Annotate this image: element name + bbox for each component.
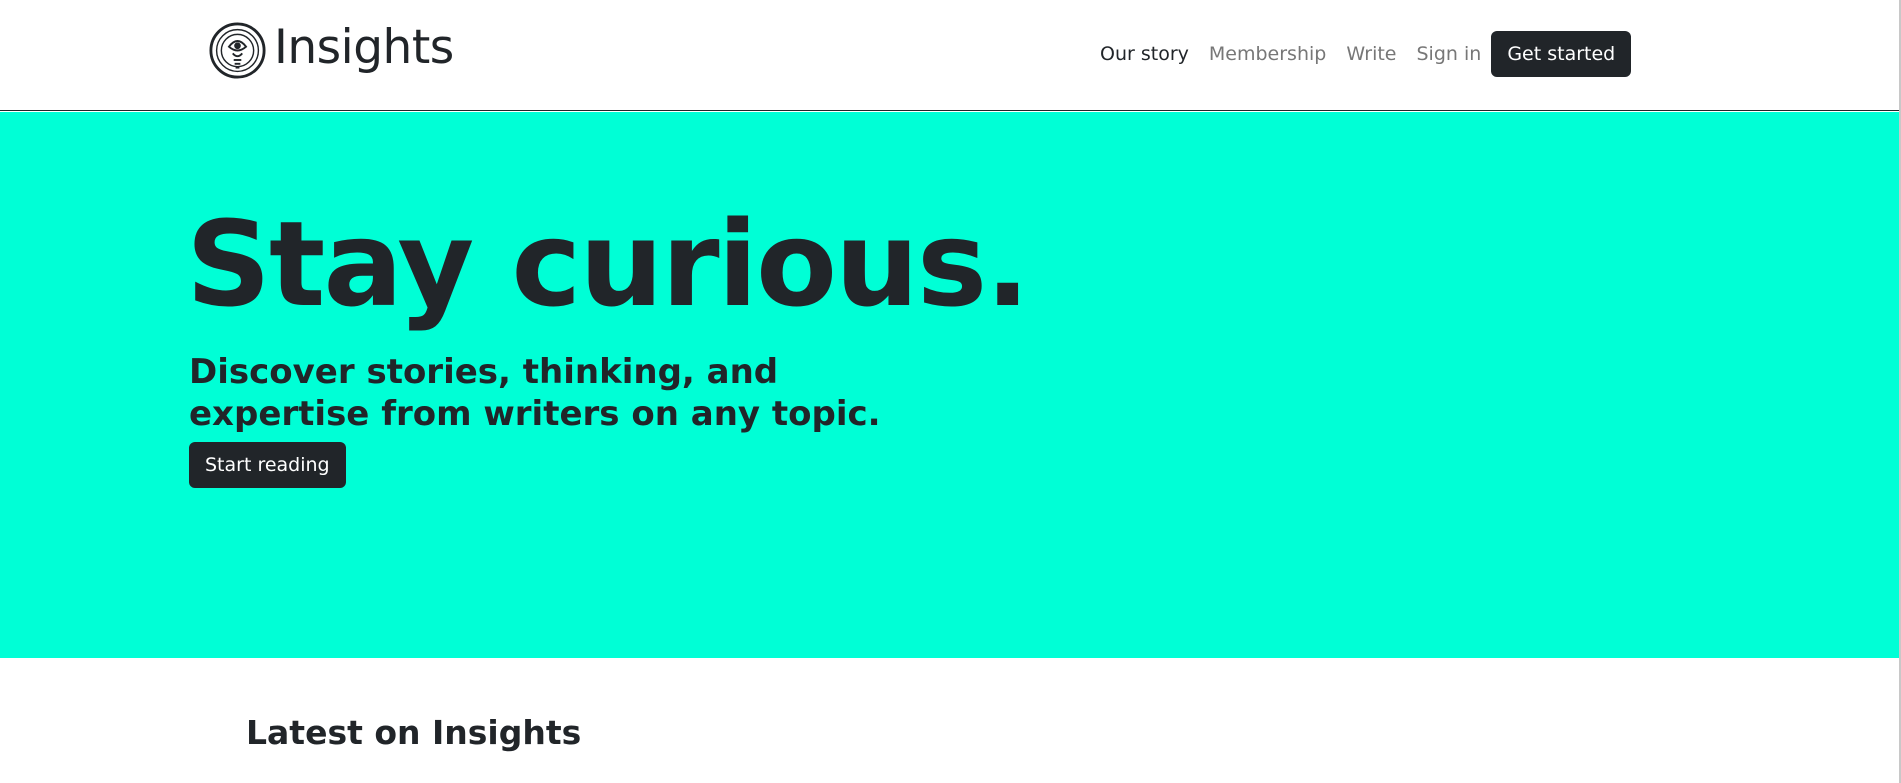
start-reading-button[interactable]: Start reading bbox=[189, 442, 346, 488]
lightbulb-eye-icon bbox=[209, 22, 266, 79]
brand-home-link[interactable]: Insights bbox=[209, 22, 454, 79]
hero-subtitle: Discover stories, thinking, and expertis… bbox=[189, 352, 881, 434]
main-nav: Our story Membership Write Sign in Get s… bbox=[1100, 30, 1632, 78]
nav-link-sign-in[interactable]: Sign in bbox=[1417, 43, 1482, 65]
latest-heading: Latest on Insights bbox=[246, 713, 582, 752]
brand-name: Insights bbox=[274, 20, 454, 75]
get-started-button[interactable]: Get started bbox=[1491, 31, 1632, 77]
page: Insights Our story Membership Write Sign… bbox=[0, 0, 1901, 783]
nav-link-write[interactable]: Write bbox=[1346, 43, 1396, 65]
hero-section: Stay curious. Discover stories, thinking… bbox=[0, 112, 1901, 658]
nav-link-membership[interactable]: Membership bbox=[1209, 43, 1326, 65]
site-header: Insights Our story Membership Write Sign… bbox=[0, 0, 1901, 111]
nav-link-our-story[interactable]: Our story bbox=[1100, 43, 1189, 65]
hero-title: Stay curious. bbox=[186, 195, 1030, 333]
